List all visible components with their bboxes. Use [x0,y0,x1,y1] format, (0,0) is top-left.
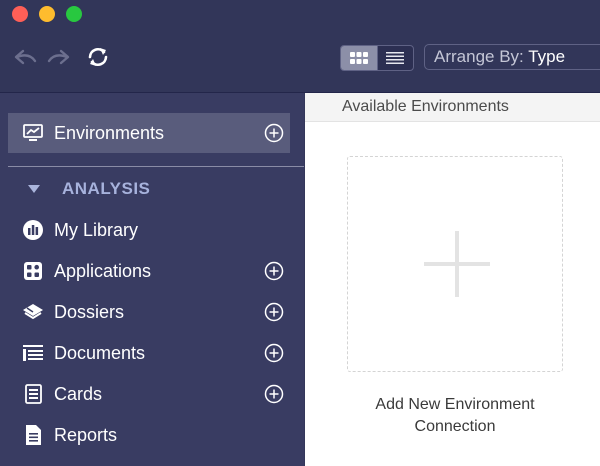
monitor-chart-icon [22,122,44,144]
sidebar-item-label: Documents [54,342,146,363]
app-window: Arrange By: Type Environments ANALYSIS M… [0,0,600,466]
close-window-button[interactable] [12,6,28,22]
environments-pane: Available Environments Add New Environme… [305,93,600,466]
sidebar-item-reports[interactable]: Reports [0,415,304,455]
sidebar-item-label: Environments [54,122,165,143]
grid-icon [349,52,368,64]
sidebar-item-label: Applications [54,260,152,281]
section-header-analysis[interactable]: ANALYSIS [0,173,150,205]
view-mode-toggle [340,45,414,71]
sidebar-item-environments[interactable]: Environments [8,113,290,153]
plus-icon [424,231,490,297]
arrange-by-label: Arrange By: [434,47,529,66]
sidebar-item-label: Reports [54,424,118,445]
toolbar: Arrange By: Type [0,0,600,93]
sidebar-item-label: My Library [54,219,139,240]
sidebar-item-label: Dossiers [54,301,125,322]
add-card-icon[interactable] [264,384,284,404]
sidebar-item-applications[interactable]: Applications [0,251,304,291]
pane-header: Available Environments [305,93,600,122]
report-icon [22,424,44,446]
sidebar-item-dossiers[interactable]: Dossiers [0,292,304,332]
add-environment-card[interactable] [347,156,563,372]
disclosure-triangle-icon [28,185,40,193]
section-label: ANALYSIS [62,179,151,198]
maximize-window-button[interactable] [66,6,82,22]
arrange-by-value: Type [528,47,566,66]
list-view-button[interactable] [376,46,414,70]
sidebar-item-my-library[interactable]: My Library [0,210,304,250]
add-environment-icon[interactable] [264,123,284,143]
add-dossier-icon[interactable] [264,302,284,322]
sidebar-item-cards[interactable]: Cards [0,374,304,414]
library-icon [22,219,44,241]
cards-icon [22,383,44,405]
sidebar: Environments ANALYSIS My Library Applica… [0,93,304,466]
redo-icon[interactable] [45,44,71,70]
add-document-icon[interactable] [264,343,284,363]
sidebar-item-documents[interactable]: Documents [0,333,304,373]
document-list-icon [22,342,44,364]
pane-title: Available Environments [342,98,509,115]
dossier-icon [22,301,44,323]
sidebar-divider [8,166,304,167]
grid-view-button[interactable] [341,46,377,70]
list-icon [386,52,405,64]
applications-icon [22,260,44,282]
caption-line-2: Connection [414,418,496,435]
sidebar-item-label: Cards [54,383,103,404]
add-environment-caption[interactable]: Add New Environment Connection [305,394,600,438]
minimize-window-button[interactable] [39,6,55,22]
undo-icon[interactable] [13,44,39,70]
caption-line-1: Add New Environment [375,396,535,413]
arrange-by-dropdown[interactable]: Arrange By: Type [424,44,600,70]
refresh-icon[interactable] [85,44,111,70]
add-application-icon[interactable] [264,261,284,281]
